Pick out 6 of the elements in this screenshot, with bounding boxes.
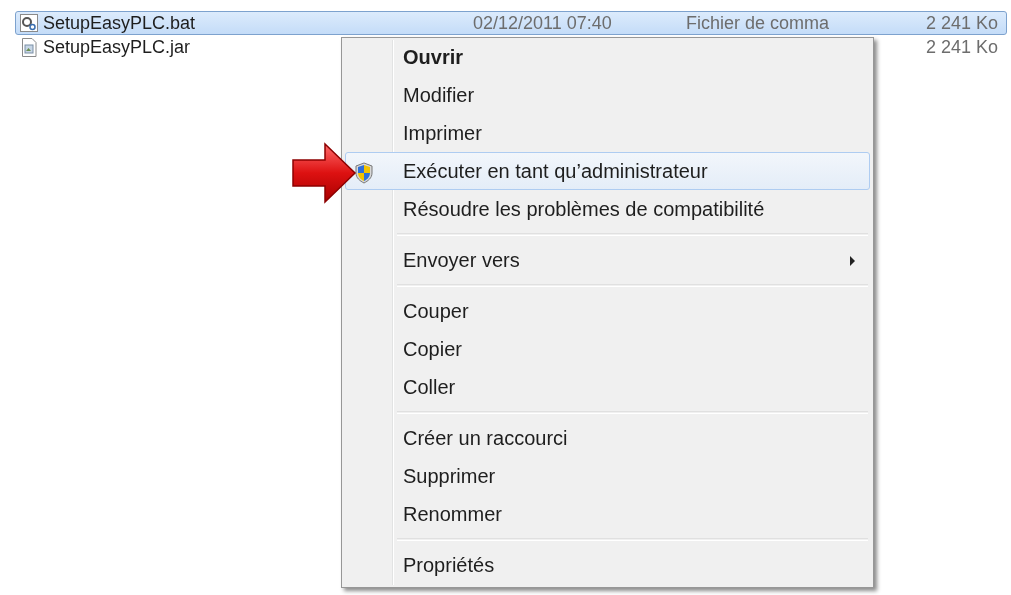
file-name: SetupEasyPLC.bat (43, 12, 196, 35)
file-type: Fichier de comma (686, 13, 830, 33)
file-name: SetupEasyPLC.jar (43, 36, 191, 59)
file-date: 02/12/2011 07:40 (473, 13, 612, 33)
file-size: 2 241 Ko (926, 37, 999, 57)
file-size: 2 241 Ko (926, 13, 999, 33)
